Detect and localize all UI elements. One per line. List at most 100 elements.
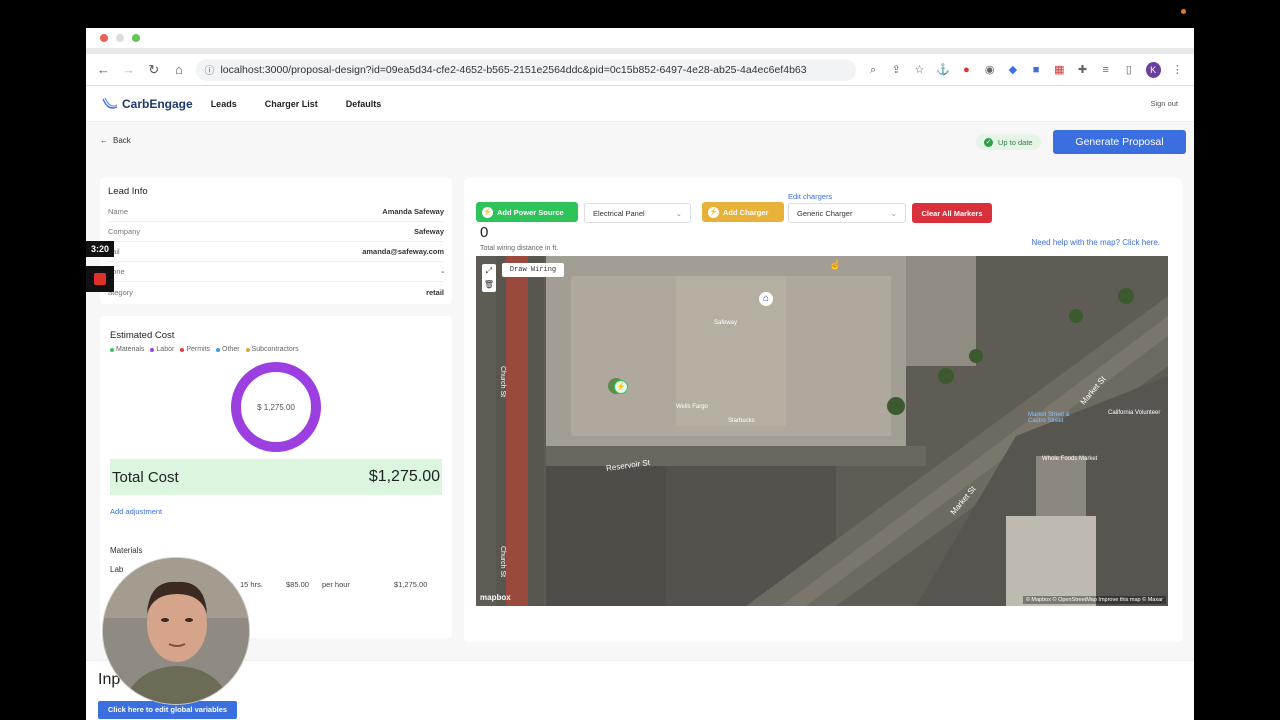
lead-value: retail bbox=[426, 287, 444, 297]
close-window-button[interactable] bbox=[100, 34, 108, 42]
lead-row-phone: hone - bbox=[108, 262, 444, 282]
draw-wiring-button[interactable]: Draw Wiring bbox=[502, 263, 564, 277]
legend-other[interactable]: Other bbox=[216, 346, 240, 353]
street-label: Church St bbox=[499, 366, 506, 398]
poi-label: California Volunteer bbox=[1108, 410, 1161, 416]
app-navbar: CarbEngage Leads Charger List Defaults S… bbox=[86, 86, 1194, 122]
extension-gray-icon[interactable]: ◉ bbox=[983, 63, 996, 77]
map-design-card: ⚡ Add Power Source Electrical Panel ⌄ ⚡ … bbox=[464, 178, 1182, 642]
poi-label: Safeway bbox=[714, 320, 738, 326]
forward-arrow-icon[interactable]: → bbox=[121, 62, 136, 78]
map-help-link[interactable]: Need help with the map? Click here. bbox=[1031, 238, 1160, 247]
extension-badge-icon[interactable]: ■ bbox=[1029, 63, 1042, 77]
inputs-section: Inp Click here to edit global variables bbox=[86, 660, 1194, 720]
add-adjustment-link[interactable]: Add adjustment bbox=[110, 507, 442, 516]
satellite-imagery bbox=[476, 256, 1168, 606]
lead-row-email: nailamanda@safeway.com bbox=[108, 242, 444, 262]
wiring-distance-caption: Total wiring distance in ft. bbox=[480, 245, 559, 252]
maximize-window-button[interactable] bbox=[132, 34, 140, 42]
labor-unit: per hour bbox=[322, 580, 350, 589]
estimated-cost-title: Estimated Cost bbox=[110, 330, 175, 341]
lead-key: Company bbox=[108, 227, 141, 236]
draw-line-icon[interactable]: ⤢ bbox=[482, 264, 496, 278]
url-text: localhost:3000/proposal-design?id=09ea5d… bbox=[220, 63, 807, 76]
add-power-source-label: Add Power Source bbox=[497, 207, 564, 217]
brand-name: CarbEngage bbox=[122, 96, 193, 111]
kebab-menu-icon[interactable]: ⋮ bbox=[1171, 63, 1184, 77]
power-source-marker-icon[interactable]: ⚡ bbox=[614, 380, 628, 394]
sign-out-link[interactable]: Sign out bbox=[1150, 99, 1178, 108]
chevron-down-icon: ⌄ bbox=[675, 208, 682, 218]
nav-defaults[interactable]: Defaults bbox=[346, 99, 382, 109]
total-cost-bar: Total Cost $1,275.00 bbox=[110, 459, 442, 495]
webcam-overlay bbox=[102, 557, 250, 705]
presenter-video bbox=[103, 558, 249, 704]
home-icon[interactable]: ⌂ bbox=[171, 62, 186, 78]
side-panel-icon[interactable]: ▯ bbox=[1122, 63, 1135, 77]
minimize-window-button[interactable] bbox=[116, 34, 124, 42]
back-label: Back bbox=[113, 136, 131, 145]
mapbox-logo[interactable]: mapbox bbox=[480, 593, 511, 602]
add-charger-button[interactable]: ⚡ Add Charger bbox=[702, 202, 784, 222]
generate-proposal-button[interactable]: Generate Proposal bbox=[1053, 130, 1186, 154]
electrical-panel-select[interactable]: Electrical Panel ⌄ bbox=[584, 203, 691, 223]
browser-window: ← → ↻ ⌂ ⓘ localhost:3000/proposal-design… bbox=[86, 28, 1194, 720]
trash-icon[interactable]: 🗑 bbox=[482, 278, 496, 292]
nav-leads[interactable]: Leads bbox=[211, 99, 237, 109]
edit-chargers-link[interactable]: Edit chargers bbox=[788, 192, 832, 201]
legend-permits[interactable]: Permits bbox=[180, 346, 210, 353]
extension-grid-icon[interactable]: ▦ bbox=[1053, 63, 1066, 77]
lead-info-card: Lead Info Name Amanda Safeway Company Safe… bbox=[100, 178, 452, 304]
recording-timer: 3:20 bbox=[86, 241, 114, 257]
bookmark-star-icon[interactable]: ☆ bbox=[913, 63, 926, 77]
labor-rate: $85.00 bbox=[286, 580, 309, 589]
check-circle-icon: ✓ bbox=[984, 137, 993, 147]
lead-row-name: Name Amanda Safeway bbox=[108, 202, 444, 222]
map-controls: ⤢ 🗑 bbox=[482, 264, 496, 292]
extensions-puzzle-icon[interactable]: ✚ bbox=[1076, 63, 1089, 77]
lead-row-company: Company Safeway bbox=[108, 222, 444, 242]
lead-key: Name bbox=[108, 207, 129, 216]
materials-label: Materials bbox=[110, 546, 143, 555]
lead-value: amanda@safeway.com bbox=[362, 247, 444, 256]
labor-hours: 15 hrs. bbox=[240, 580, 263, 589]
total-cost-value: $1,275.00 bbox=[368, 468, 440, 485]
home-marker-icon[interactable]: ⌂ bbox=[759, 292, 773, 306]
status-text: Up to date bbox=[998, 137, 1033, 147]
reload-icon[interactable]: ↻ bbox=[146, 62, 161, 78]
mouse-cursor-icon: ☝ bbox=[829, 260, 842, 271]
zoom-icon[interactable]: ⌕ bbox=[866, 63, 879, 77]
chevron-down-icon: ⌄ bbox=[890, 208, 897, 218]
stop-recording-button[interactable] bbox=[86, 266, 114, 292]
back-arrow-icon[interactable]: ← bbox=[96, 62, 111, 78]
profile-avatar[interactable]: K bbox=[1145, 61, 1161, 78]
title-bar bbox=[86, 28, 1194, 48]
info-icon[interactable]: ⓘ bbox=[204, 62, 214, 77]
donut-center-value: $ 1,275.00 bbox=[257, 403, 295, 412]
anchor-extension-icon[interactable]: ⚓ bbox=[936, 63, 950, 77]
extension-red-icon[interactable]: ● bbox=[960, 63, 973, 77]
recording-indicator-icon bbox=[1181, 9, 1186, 14]
legend-materials[interactable]: Materials bbox=[110, 346, 144, 353]
cost-legend: Materials Labor Permits Other Subcontrac… bbox=[110, 346, 442, 353]
share-icon[interactable]: ⇪ bbox=[890, 63, 903, 77]
add-power-source-button[interactable]: ⚡ Add Power Source bbox=[476, 202, 578, 222]
legend-subcontractors[interactable]: Subcontractors bbox=[245, 346, 299, 353]
reading-list-icon[interactable]: ≡ bbox=[1099, 63, 1112, 77]
extension-tag-icon[interactable]: ◆ bbox=[1006, 63, 1019, 77]
map-attribution[interactable]: © Mapbox © OpenStreetMap Improve this ma… bbox=[1022, 596, 1166, 604]
charger-type-value: Generic Charger bbox=[797, 208, 853, 218]
address-bar[interactable]: ⓘ localhost:3000/proposal-design?id=09ea… bbox=[196, 58, 857, 81]
electrical-panel-value: Electrical Panel bbox=[593, 208, 645, 218]
satellite-map[interactable]: ⤢ 🗑 Draw Wiring ⌂ ⚡ ☝ Church St Reservoi… bbox=[476, 256, 1168, 606]
poi-label: Market Street & Castro Street bbox=[1028, 412, 1070, 424]
nav-charger-list[interactable]: Charger List bbox=[265, 99, 318, 109]
back-link[interactable]: ← Back bbox=[100, 136, 131, 145]
brand-logo[interactable]: CarbEngage bbox=[102, 97, 193, 111]
clear-all-markers-button[interactable]: Clear All Markers bbox=[912, 203, 992, 223]
legend-labor[interactable]: Labor bbox=[150, 346, 174, 353]
lead-value: Safeway bbox=[413, 227, 444, 236]
street-label: Church St bbox=[499, 546, 506, 578]
charger-type-select[interactable]: Generic Charger ⌄ bbox=[788, 203, 906, 223]
lead-value: Amanda Safeway bbox=[382, 207, 444, 216]
